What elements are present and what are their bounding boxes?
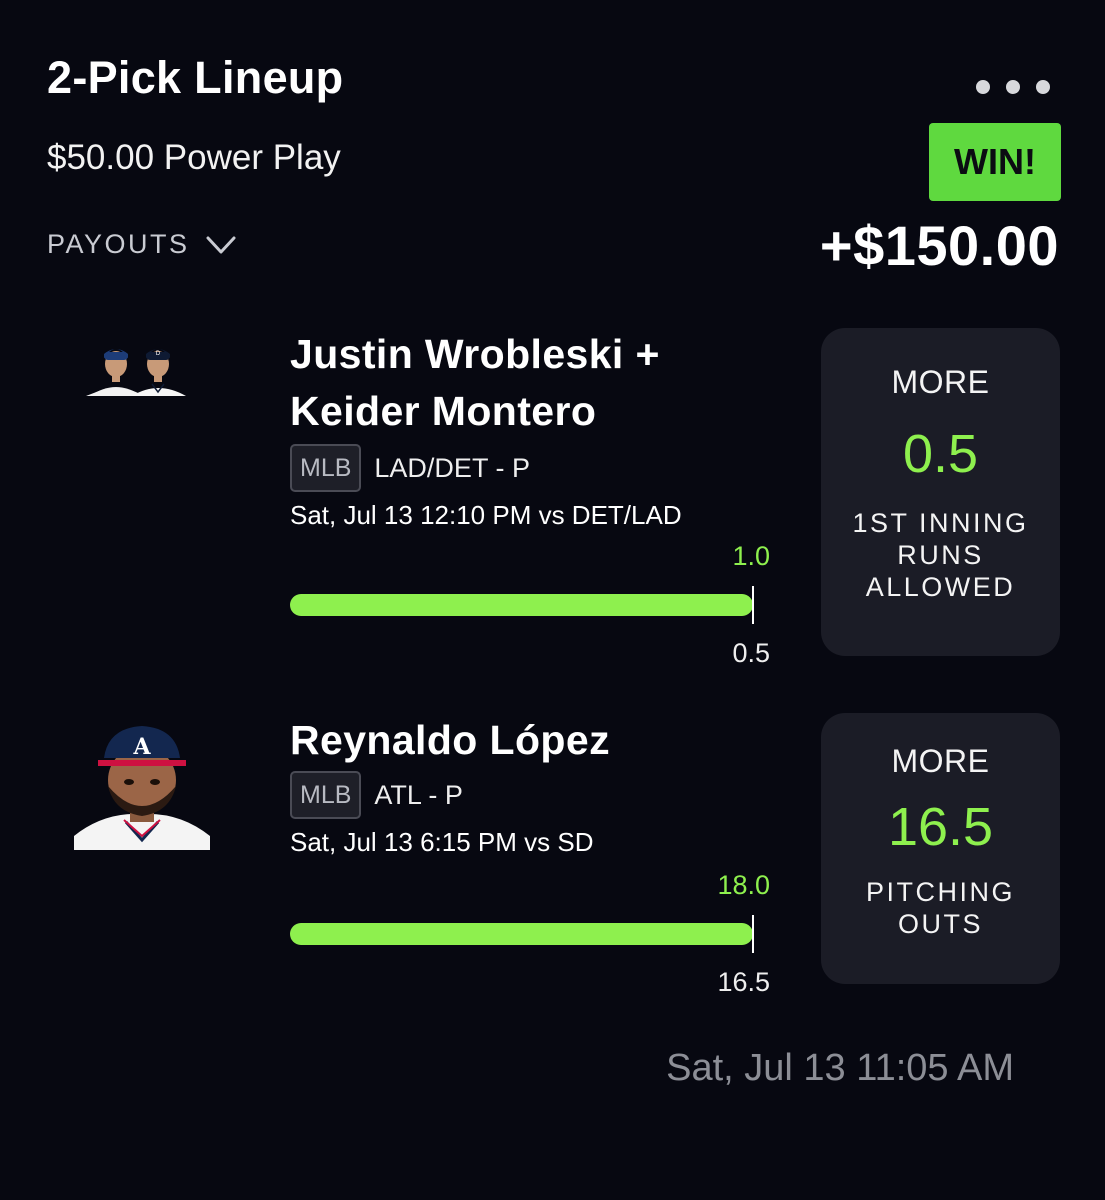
league-chip: MLB [290, 771, 362, 819]
pick-2-projection-card[interactable]: MORE 16.5 PITCHING OUTS [821, 713, 1060, 984]
game-time: Sat, Jul 13 12:10 PM vs DET/LAD [290, 500, 682, 530]
stat-type: 1ST INNING [852, 508, 1029, 538]
entry-amount-label: $50.00 Power Play [47, 138, 341, 177]
win-status-badge: WIN! [929, 123, 1061, 201]
lineup-title: 2-Pick Lineup [47, 52, 344, 103]
player-headshot-image: A [74, 722, 212, 850]
payout-amount: +$150.00 [819, 214, 1059, 277]
team-position: ATL - P [374, 779, 463, 810]
line-marker [752, 586, 754, 624]
line-value: 0.5 [732, 638, 770, 668]
payouts-label: PAYOUTS [47, 229, 190, 259]
menu-dot [976, 80, 990, 94]
chevron-down-icon [206, 236, 236, 253]
league-chip: MLB [290, 444, 362, 492]
player-headshot-graphic: D [86, 349, 186, 396]
player-name: Reynaldo López [290, 717, 610, 763]
stat-type: RUNS [897, 540, 984, 570]
line-value: 16.5 [717, 967, 770, 997]
team-position: LAD/DET - P [374, 452, 530, 483]
stat-type: PITCHING [865, 877, 1015, 907]
player-headshot-graphic: A [74, 722, 210, 850]
line-marker [752, 915, 754, 953]
pick-direction: MORE [891, 743, 990, 779]
player-headshot-image: D [76, 330, 214, 458]
actual-stat-value: 1.0 [732, 541, 770, 571]
game-time: Sat, Jul 13 6:15 PM vs SD [290, 827, 594, 857]
menu-dot [1036, 80, 1050, 94]
stat-type: ALLOWED [865, 572, 1016, 602]
actual-stat-value: 18.0 [717, 870, 770, 900]
more-options-icon[interactable] [976, 76, 1060, 98]
player-name: Keider Montero [290, 388, 597, 434]
pick-2-info: Reynaldo López MLB ATL - P Sat, Jul 13 6… [290, 712, 610, 858]
projection-value: 0.5 [902, 424, 979, 484]
payouts-toggle[interactable]: PAYOUTS [47, 229, 236, 260]
menu-dot [1006, 80, 1020, 94]
pick-1-projection-card[interactable]: MORE 0.5 1ST INNING RUNS ALLOWED [821, 328, 1060, 656]
projection-value: 16.5 [887, 797, 994, 857]
pick-1-info: Justin Wrobleski + Keider Montero MLB LA… [290, 326, 682, 531]
pick-direction: MORE [891, 364, 990, 400]
lineup-timestamp: Sat, Jul 13 11:05 AM [666, 1047, 1014, 1089]
progress-bar [290, 923, 753, 945]
progress-bar [290, 594, 753, 616]
stat-type: OUTS [897, 909, 983, 939]
svg-text:D: D [156, 351, 161, 357]
svg-text:A: A [132, 734, 151, 760]
player-name: Justin Wrobleski + [290, 331, 660, 377]
